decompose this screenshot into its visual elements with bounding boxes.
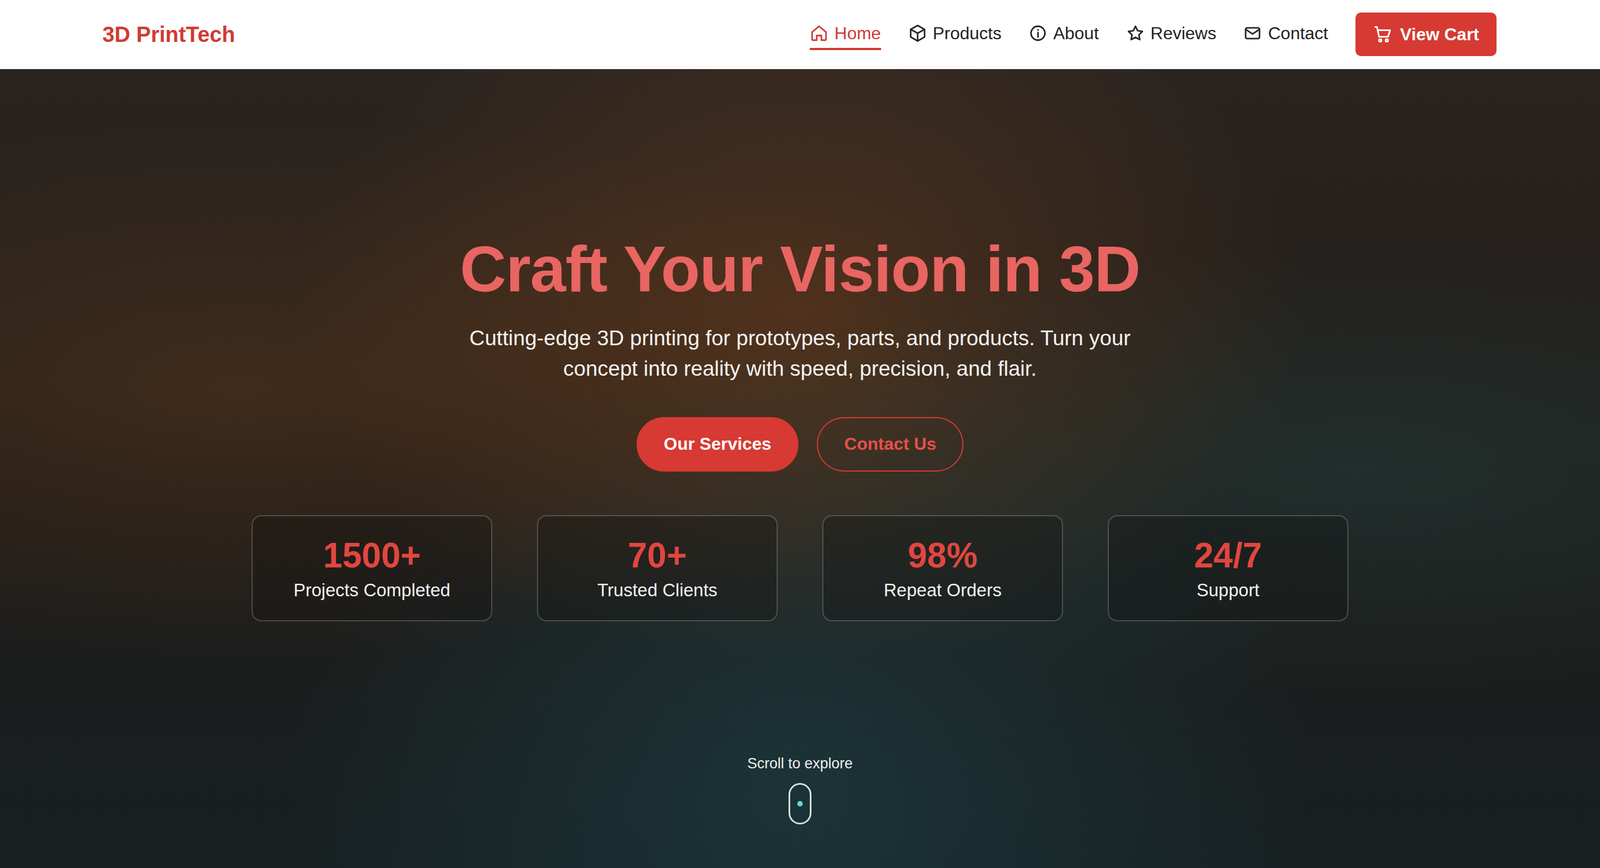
- stat-label: Repeat Orders: [883, 579, 1002, 601]
- nav-item[interactable]: Contact: [1243, 19, 1328, 51]
- info-icon: [1028, 23, 1048, 43]
- stat-value: 1500+: [322, 535, 421, 576]
- view-cart-button[interactable]: View Cart: [1355, 12, 1497, 57]
- hero-button[interactable]: Our Services: [636, 417, 799, 472]
- stat-label: Support: [1196, 579, 1260, 601]
- nav-item[interactable]: About: [1028, 19, 1099, 51]
- hero-title: Craft Your Vision in 3D: [459, 232, 1140, 307]
- box-icon: [908, 23, 927, 43]
- hero-subtitle: Cutting-edge 3D printing for prototypes,…: [451, 322, 1149, 385]
- navbar: 3D PrintTech Home Products About Reviews Cont…: [0, 0, 1600, 70]
- stat-card: 1500+ Projects Completed: [251, 515, 493, 622]
- stat-value: 98%: [907, 535, 978, 576]
- nav-item[interactable]: Reviews: [1126, 19, 1217, 51]
- stats: 1500+ Projects Completed 70+ Trusted Client…: [251, 515, 1349, 622]
- hero-actions: Our Services Contact Us: [636, 417, 964, 472]
- page: 3D PrintTech Home Products About Reviews Cont…: [0, 0, 1600, 868]
- stat-label: Projects Completed: [293, 579, 451, 601]
- nav-item[interactable]: Home: [809, 19, 881, 51]
- nav-menu: Home Products About Reviews Contact View Cart: [809, 12, 1497, 57]
- stat-card: 98% Repeat Orders: [822, 515, 1064, 622]
- star-icon: [1126, 23, 1145, 43]
- nav-item[interactable]: Products: [908, 19, 1002, 51]
- scroll-indicator[interactable]: Scroll to explore: [747, 755, 853, 825]
- brand-logo[interactable]: 3D PrintTech: [102, 22, 236, 47]
- mouse-icon: [788, 783, 812, 825]
- stat-label: Trusted Clients: [597, 579, 718, 601]
- stat-value: 24/7: [1194, 535, 1263, 576]
- home-icon: [809, 23, 829, 43]
- stat-card: 24/7 Support: [1107, 515, 1349, 622]
- hero: Craft Your Vision in 3D Cutting-edge 3D p…: [0, 69, 1600, 868]
- stat-value: 70+: [627, 535, 688, 576]
- hero-button[interactable]: Contact Us: [816, 417, 964, 472]
- cart-icon: [1372, 24, 1393, 45]
- mail-icon: [1243, 23, 1262, 43]
- stat-card: 70+ Trusted Clients: [536, 515, 778, 622]
